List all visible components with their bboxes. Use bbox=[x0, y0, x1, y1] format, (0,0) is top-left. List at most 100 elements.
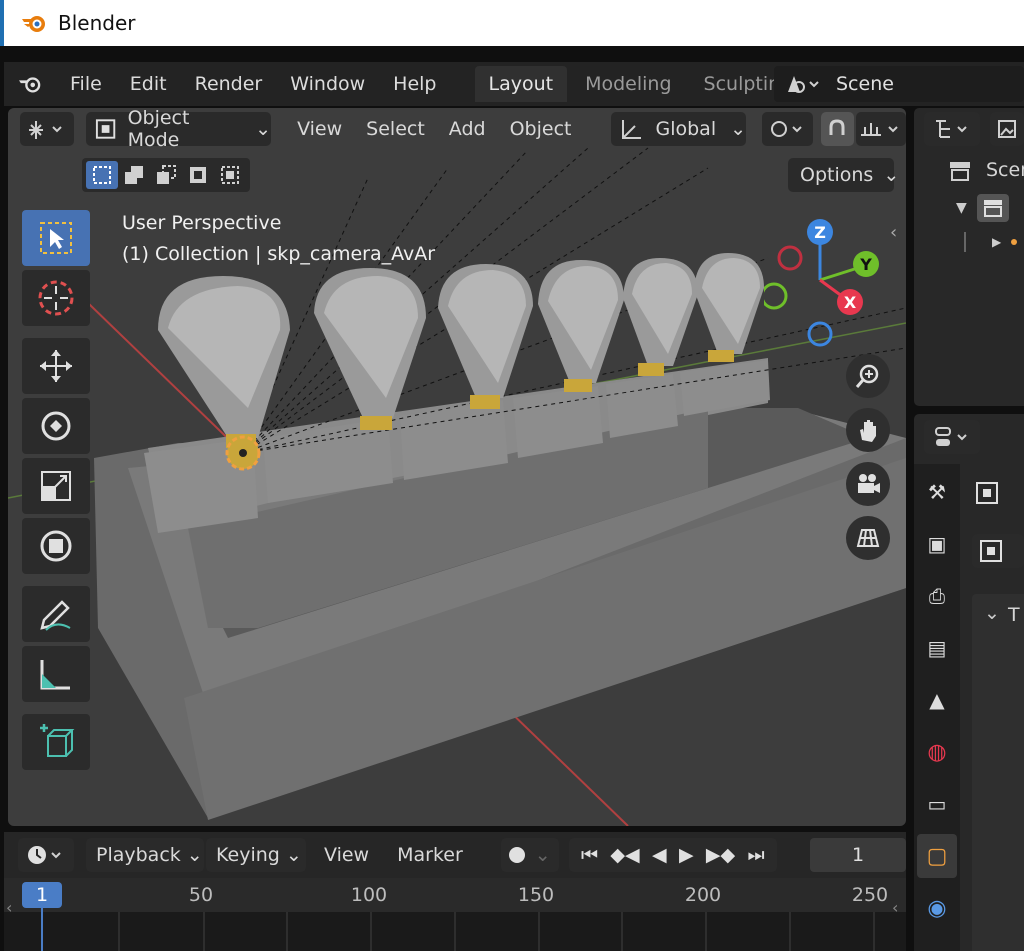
tool-move[interactable] bbox=[22, 338, 90, 394]
timeline-ruler[interactable] bbox=[4, 878, 906, 912]
sidebar-toggle-icon[interactable]: ‹ bbox=[890, 222, 897, 243]
frame-tick: 50 bbox=[188, 884, 214, 906]
scene-selector[interactable]: Scene bbox=[774, 66, 1024, 102]
menu-render[interactable]: Render bbox=[181, 73, 277, 95]
play-reverse-icon[interactable]: ◀ bbox=[652, 844, 667, 866]
tab-world[interactable]: ◍ bbox=[917, 730, 957, 774]
tool-measure[interactable] bbox=[22, 646, 90, 702]
printer-icon: ⎙ bbox=[929, 584, 945, 608]
timeline[interactable]: Playback ⌄ Keying ⌄ View Marker ⌄ ⏮ ◆◀ ◀… bbox=[4, 832, 906, 951]
playback-menu[interactable]: Playback ⌄ bbox=[86, 838, 204, 872]
menu-file[interactable]: File bbox=[56, 73, 116, 95]
bulb-1 bbox=[158, 276, 290, 448]
snap-target[interactable] bbox=[855, 112, 906, 146]
outliner-editor-type[interactable] bbox=[924, 112, 980, 146]
add-cube-icon bbox=[40, 724, 75, 757]
frame-tick: 250 bbox=[851, 884, 889, 906]
outliner-object-row[interactable]: ▶ bbox=[964, 232, 1018, 252]
menu-select[interactable]: Select bbox=[354, 118, 437, 140]
tab-modeling[interactable]: Modeling bbox=[571, 66, 685, 102]
timeline-scroll-left-icon[interactable]: ‹ bbox=[6, 898, 12, 917]
tab-scene[interactable]: ▲ bbox=[917, 678, 957, 722]
object-data-selector[interactable] bbox=[972, 534, 1024, 568]
tool-add-cube[interactable] bbox=[22, 714, 90, 770]
select-new-icon[interactable] bbox=[86, 161, 118, 189]
auto-keying-button[interactable]: ⌄ bbox=[500, 838, 559, 872]
gizmo-x-label: X bbox=[844, 293, 857, 312]
snap-toggle[interactable] bbox=[820, 112, 854, 146]
jump-start-icon[interactable]: ⏮ bbox=[581, 844, 598, 866]
display-mode-button[interactable] bbox=[990, 112, 1024, 146]
timeline-scroll-right-icon[interactable]: ‹ bbox=[892, 898, 898, 917]
properties-editor-type[interactable] bbox=[924, 420, 980, 454]
3d-viewport[interactable]: Object Mode ⌄ View Select Add Object Glo… bbox=[8, 108, 906, 826]
outliner[interactable]: Scer ▼ ▶ bbox=[914, 108, 1024, 406]
tab-view-layer[interactable]: ▤ bbox=[917, 626, 957, 670]
outliner-collection-row[interactable]: ▼ bbox=[956, 194, 1009, 222]
tab-object[interactable]: ▢ bbox=[917, 834, 957, 878]
scale-icon bbox=[41, 471, 71, 501]
camera-view-button[interactable] bbox=[846, 462, 890, 506]
navigation-gizmo[interactable]: Z Y X bbox=[764, 216, 894, 356]
expand-arrow-icon[interactable]: ▼ bbox=[956, 200, 967, 216]
transform-panel[interactable]: ⌄ T bbox=[972, 594, 1024, 951]
menu-help[interactable]: Help bbox=[379, 73, 450, 95]
grid-icon bbox=[856, 529, 880, 547]
tool-transform[interactable] bbox=[22, 518, 90, 574]
zoom-in-icon bbox=[855, 364, 879, 388]
tab-output[interactable]: ⎙ bbox=[917, 574, 957, 618]
editor-type-button[interactable] bbox=[20, 112, 75, 146]
tool-rotate[interactable] bbox=[22, 398, 90, 454]
menu-window[interactable]: Window bbox=[276, 73, 379, 95]
pan-button[interactable] bbox=[846, 408, 890, 452]
keying-menu[interactable]: Keying ⌄ bbox=[206, 838, 306, 872]
next-keyframe-icon[interactable]: ▶◆ bbox=[706, 844, 735, 866]
playhead-line[interactable] bbox=[41, 908, 43, 951]
playhead-frame-badge[interactable]: 1 bbox=[22, 882, 62, 908]
timeline-menu-marker[interactable]: Marker bbox=[385, 844, 475, 866]
jump-end-icon[interactable]: ⏭ bbox=[748, 844, 765, 866]
timeline-editor-type[interactable] bbox=[18, 838, 74, 872]
zoom-button[interactable] bbox=[846, 354, 890, 398]
select-subtract-icon[interactable] bbox=[150, 161, 182, 189]
outliner-scene-row[interactable]: Scer bbox=[948, 158, 1024, 182]
tool-annotate[interactable] bbox=[22, 586, 90, 642]
current-frame-field[interactable]: 1 bbox=[810, 838, 906, 872]
expand-arrow-icon[interactable]: ▶ bbox=[992, 235, 1001, 249]
blender-menu-icon[interactable] bbox=[4, 66, 56, 102]
tool-cursor[interactable] bbox=[22, 270, 90, 326]
tab-render[interactable]: ▣ bbox=[917, 522, 957, 566]
select-difference-icon[interactable] bbox=[182, 161, 214, 189]
tab-modifiers[interactable]: ◉ bbox=[917, 886, 957, 930]
transform-orientation[interactable]: Global ⌄ bbox=[611, 112, 747, 146]
ortho-toggle-button[interactable] bbox=[846, 516, 890, 560]
tab-collection[interactable]: ▭ bbox=[917, 782, 957, 826]
prev-keyframe-icon[interactable]: ◆◀ bbox=[610, 844, 639, 866]
timeline-body[interactable] bbox=[4, 912, 906, 951]
magnet-icon bbox=[829, 119, 845, 135]
mode-selector[interactable]: Object Mode ⌄ bbox=[86, 108, 272, 151]
chevron-down-icon[interactable]: ⌄ bbox=[984, 602, 1000, 624]
menu-edit[interactable]: Edit bbox=[116, 73, 181, 95]
keying-label: Keying bbox=[216, 844, 280, 866]
play-icon[interactable]: ▶ bbox=[679, 844, 694, 866]
options-button[interactable]: Options ⌄ bbox=[788, 158, 899, 192]
menu-object[interactable]: Object bbox=[498, 118, 584, 140]
menu-add[interactable]: Add bbox=[437, 118, 498, 140]
timeline-menu-view[interactable]: View bbox=[312, 844, 381, 866]
tab-layout[interactable]: Layout bbox=[474, 66, 568, 102]
tree-line bbox=[964, 232, 966, 252]
menu-view[interactable]: View bbox=[285, 118, 354, 140]
gizmo-neg-x bbox=[777, 245, 803, 271]
object-mode-icon bbox=[96, 119, 116, 139]
select-intersect-icon[interactable] bbox=[214, 161, 246, 189]
bulb-5 bbox=[623, 258, 698, 376]
select-extend-icon[interactable] bbox=[118, 161, 150, 189]
selection-mode-group bbox=[82, 158, 250, 192]
tab-tool[interactable]: ⚒ bbox=[917, 470, 957, 514]
pivot-point[interactable] bbox=[762, 112, 813, 146]
top-menu-bar: File Edit Render Window Help Layout Mode… bbox=[4, 62, 1024, 106]
tool-scale[interactable] bbox=[22, 458, 90, 514]
tool-select-box[interactable] bbox=[22, 210, 90, 266]
properties-editor[interactable]: ⚒ ▣ ⎙ ▤ ▲ ◍ ▭ ▢ ◉ ⌄ T bbox=[914, 414, 1024, 951]
